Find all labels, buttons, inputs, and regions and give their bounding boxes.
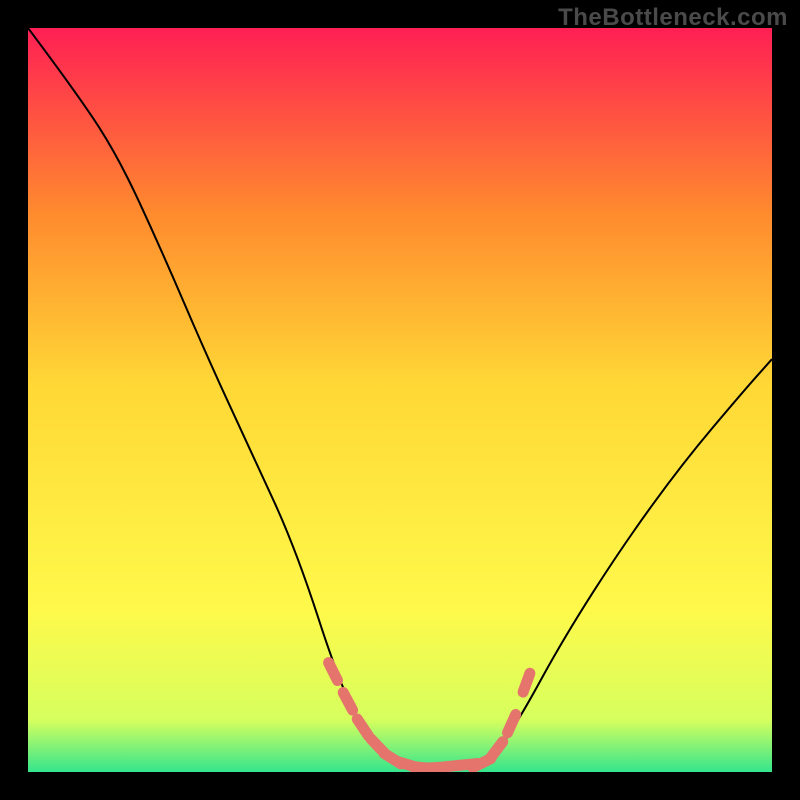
highlight-marker [523, 673, 530, 692]
gradient-background [28, 28, 772, 772]
watermark-label: TheBottleneck.com [558, 4, 788, 32]
chart-svg [28, 28, 772, 772]
highlight-marker [508, 715, 516, 733]
chart-frame: TheBottleneck.com [0, 0, 800, 800]
plot-area [28, 28, 772, 772]
